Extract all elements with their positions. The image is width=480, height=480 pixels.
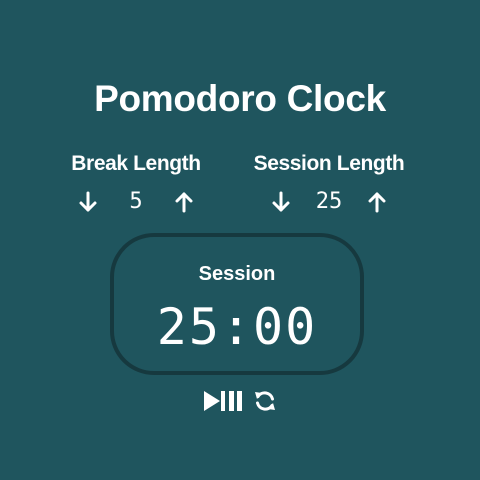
refresh-icon	[253, 389, 277, 418]
break-length-label: Break Length	[71, 152, 201, 175]
break-length-value: 5	[129, 189, 143, 214]
session-length-control: Session Length 25	[239, 150, 419, 216]
arrow-up-icon	[174, 191, 194, 213]
break-increment-button[interactable]	[172, 190, 196, 214]
timer-label: Session	[198, 263, 276, 285]
break-length-control: Break Length 5	[46, 150, 226, 216]
timer-controls	[0, 390, 480, 416]
play-pause-icon	[203, 390, 243, 417]
start-stop-button[interactable]	[203, 390, 243, 417]
break-decrement-button[interactable]	[76, 190, 100, 214]
session-length-label: Session Length	[253, 152, 405, 175]
session-increment-button[interactable]	[365, 190, 389, 214]
timer-display: Session 25:00	[110, 233, 364, 375]
arrow-down-icon	[78, 191, 98, 213]
arrow-up-icon	[367, 191, 387, 213]
pomodoro-app: Pomodoro Clock Break Length 5 Session Le…	[0, 0, 480, 480]
time-left: 25:00	[156, 298, 318, 356]
session-decrement-button[interactable]	[269, 190, 293, 214]
session-length-controls: 25	[239, 188, 419, 216]
break-length-controls: 5	[46, 188, 226, 216]
session-length-value: 25	[315, 189, 343, 214]
arrow-down-icon	[271, 191, 291, 213]
reset-button[interactable]	[253, 389, 277, 418]
page-title: Pomodoro Clock	[94, 78, 386, 119]
